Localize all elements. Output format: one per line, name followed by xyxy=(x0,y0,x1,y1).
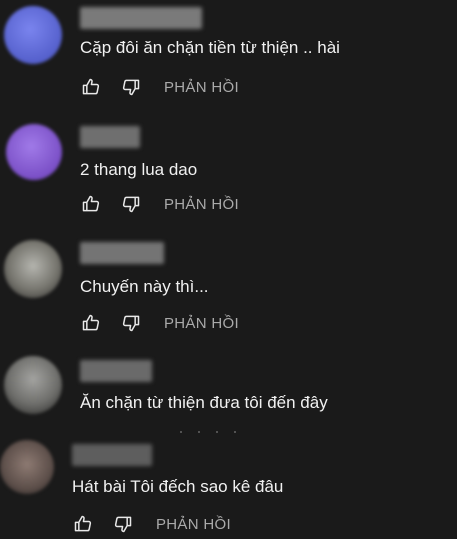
comment-actions: PHẢN HỒI xyxy=(80,193,239,215)
comment-actions: PHẢN HỒI xyxy=(72,513,231,535)
comment-actions: PHẢN HỒI xyxy=(80,76,239,98)
thumbs-up-icon[interactable] xyxy=(80,76,102,98)
author-name[interactable] xyxy=(80,242,164,264)
comment-text: Ăn chặn từ thiện đưa tôi đến đây xyxy=(80,393,328,412)
blur-artifact xyxy=(180,431,250,433)
reply-button[interactable]: PHẢN HỒI xyxy=(156,516,231,533)
thumbs-down-icon[interactable] xyxy=(120,312,142,334)
author-name[interactable] xyxy=(80,360,152,382)
comment-text: Chuyến này thì... xyxy=(80,277,209,296)
avatar[interactable] xyxy=(4,356,62,414)
author-name[interactable] xyxy=(72,444,152,466)
thumbs-up-icon[interactable] xyxy=(72,513,94,535)
reply-button[interactable]: PHẢN HỒI xyxy=(164,196,239,213)
author-name[interactable] xyxy=(80,126,140,148)
comment-actions: PHẢN HỒI xyxy=(80,312,239,334)
avatar[interactable] xyxy=(4,240,62,298)
thumbs-down-icon[interactable] xyxy=(120,76,142,98)
comment-text: Cặp đôi ăn chặn tiền từ thiện .. hài xyxy=(80,38,340,57)
comment-text: Hát bài Tôi đếch sao kê đâu xyxy=(72,477,284,496)
thumbs-up-icon[interactable] xyxy=(80,193,102,215)
thumbs-down-icon[interactable] xyxy=(120,193,142,215)
reply-button[interactable]: PHẢN HỒI xyxy=(164,315,239,332)
thumbs-down-icon[interactable] xyxy=(112,513,134,535)
comment-text: 2 thang lua dao xyxy=(80,160,198,179)
avatar[interactable] xyxy=(0,440,54,494)
comments-panel: { "comments": [ { "text": "Cặp đôi ăn ch… xyxy=(0,0,457,539)
reply-button[interactable]: PHẢN HỒI xyxy=(164,79,239,96)
author-name[interactable] xyxy=(80,7,202,29)
thumbs-up-icon[interactable] xyxy=(80,312,102,334)
avatar[interactable] xyxy=(4,6,62,64)
avatar[interactable] xyxy=(6,124,62,180)
